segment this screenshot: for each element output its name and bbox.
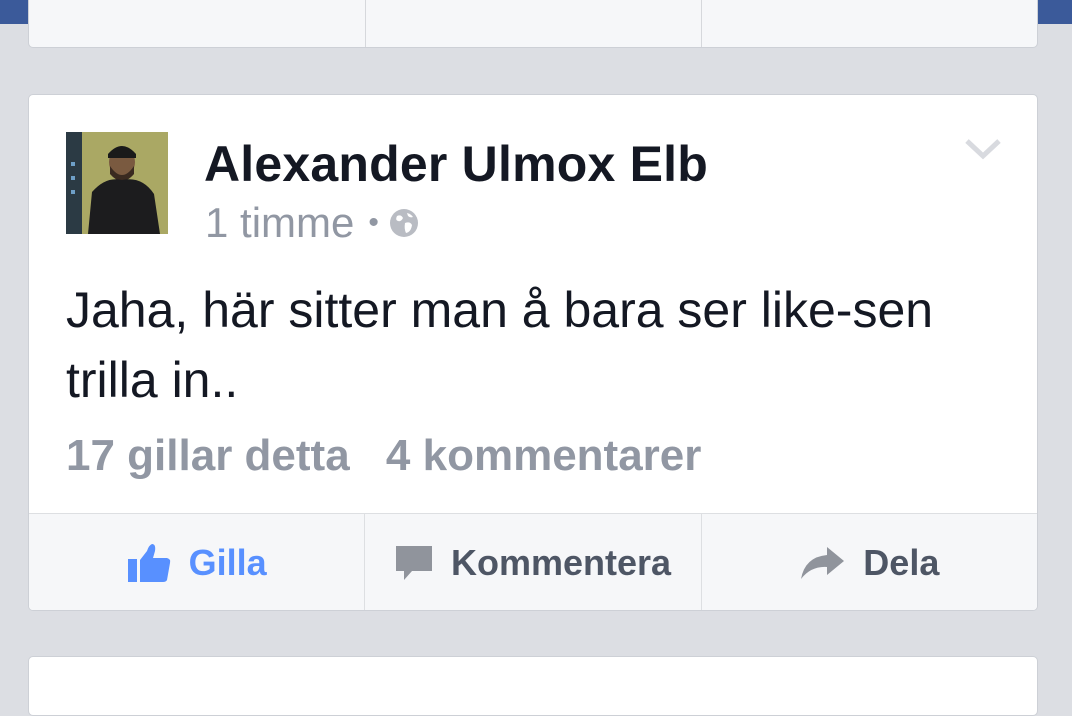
divider <box>365 0 366 47</box>
comments-count[interactable]: 4 kommentarer <box>386 431 701 480</box>
likes-count[interactable]: 17 gillar detta <box>66 431 350 480</box>
divider <box>701 0 702 47</box>
post-timestamp[interactable]: 1 timme <box>205 199 354 247</box>
author-name[interactable]: Alexander Ulmox Elb <box>204 135 708 193</box>
share-button[interactable]: Dela <box>700 514 1037 610</box>
thumbs-up-icon <box>127 544 170 582</box>
share-label: Dela <box>863 542 940 583</box>
comment-button[interactable]: Kommentera <box>364 514 700 610</box>
avatar[interactable] <box>66 132 168 234</box>
previous-post-action-bar <box>28 0 1038 48</box>
comment-bubble-icon <box>395 546 432 580</box>
post-text: Jaha, här sitter man å bara ser like-sen… <box>66 282 934 408</box>
globe-icon <box>389 209 418 237</box>
post-action-bar: Gilla Kommentera Dela <box>29 513 1037 610</box>
next-post-card <box>28 656 1038 716</box>
share-arrow-icon <box>801 547 845 579</box>
like-label: Gilla <box>188 542 267 583</box>
meta-separator: • <box>368 206 379 239</box>
post-stats: 17 gillar detta 4 kommentarer <box>66 431 701 481</box>
chevron-down-icon[interactable] <box>963 135 1003 163</box>
post-card: Alexander Ulmox Elb 1 timme • Jaha, här … <box>28 94 1038 611</box>
post-meta: 1 timme • <box>205 199 419 247</box>
like-button[interactable]: Gilla <box>29 514 364 610</box>
comment-label: Kommentera <box>450 542 672 583</box>
